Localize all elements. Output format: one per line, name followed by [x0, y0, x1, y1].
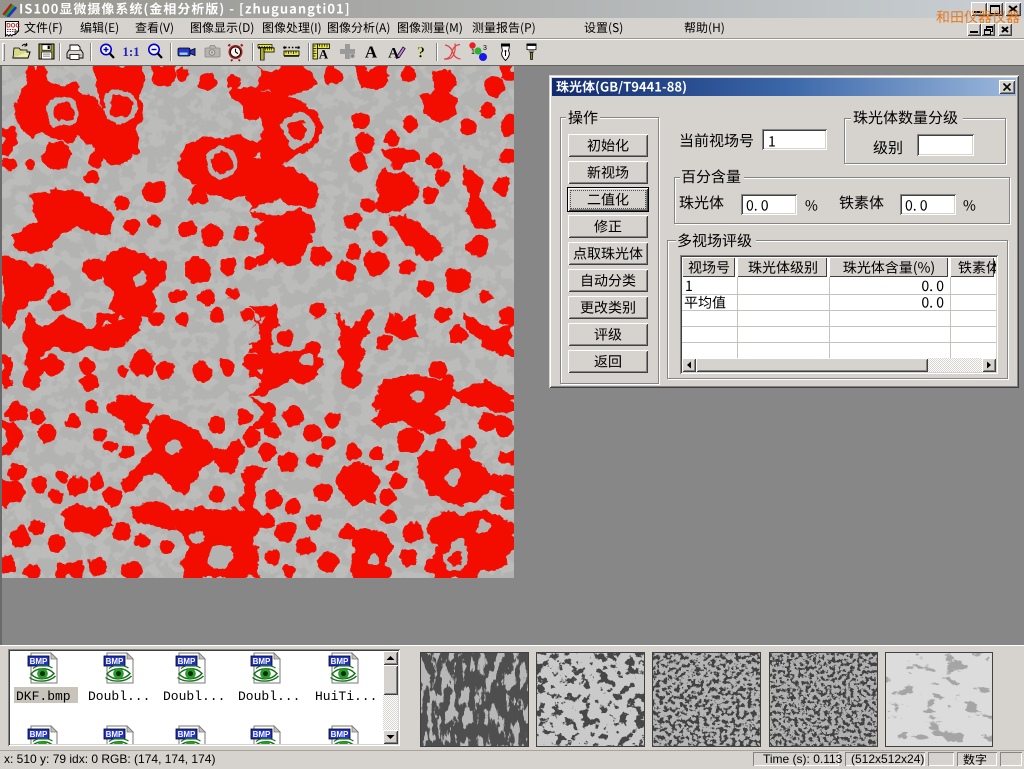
svg-text:BMP: BMP [30, 657, 48, 666]
svg-text:3: 3 [483, 45, 487, 52]
svg-text:BMP: BMP [106, 730, 124, 739]
svg-text:BMP: BMP [106, 657, 124, 666]
svg-text:BMP: BMP [178, 730, 196, 739]
svg-text:BMP: BMP [331, 657, 349, 666]
svg-text:BMP: BMP [253, 657, 271, 666]
svg-text:BMP: BMP [30, 730, 48, 739]
svg-text:BMP: BMP [331, 730, 349, 739]
svg-text:BMP: BMP [253, 730, 271, 739]
svg-text:BMP: BMP [178, 657, 196, 666]
svg-text:1: 1 [471, 49, 475, 56]
